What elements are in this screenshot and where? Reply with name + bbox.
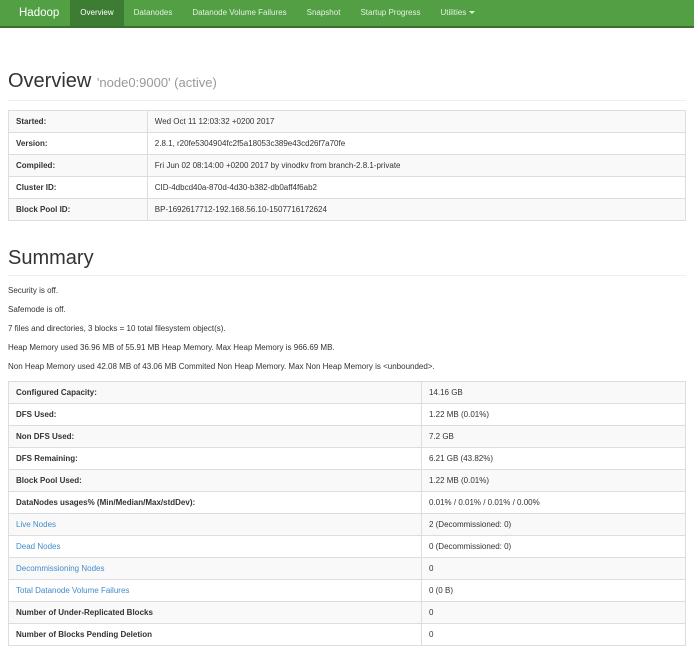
summary-header: Summary — [8, 245, 686, 276]
table-row-version: Version: 2.8.1, r20fe5304904fc2f5a18053c… — [9, 133, 686, 155]
heap-memory-status: Heap Memory used 36.96 MB of 55.91 MB He… — [8, 343, 686, 352]
row-value: 0 — [421, 624, 685, 646]
namenode-address-label: 'node0:9000' (active) — [97, 75, 217, 90]
row-label: DFS Used: — [9, 404, 422, 426]
table-row-block-pool-id: Block Pool ID: BP-1692617712-192.168.56.… — [9, 199, 686, 221]
overview-header: Overview 'node0:9000' (active) — [8, 68, 686, 101]
overview-table: Started: Wed Oct 11 12:03:32 +0200 2017 … — [8, 110, 686, 221]
tab-datanodes[interactable]: Datanodes — [124, 0, 183, 26]
tab-startup-progress[interactable]: Startup Progress — [350, 0, 430, 26]
row-label: Compiled: — [9, 155, 148, 177]
table-row-configured-capacity: Configured Capacity: 14.16 GB — [9, 382, 686, 404]
row-label: Number of Under-Replicated Blocks — [9, 602, 422, 624]
tab-utilities-label: Utilities — [440, 8, 466, 17]
table-row-started: Started: Wed Oct 11 12:03:32 +0200 2017 — [9, 111, 686, 133]
row-label: Non DFS Used: — [9, 426, 422, 448]
summary-title: Summary — [8, 245, 686, 271]
security-status: Security is off. — [8, 286, 686, 295]
table-row-decommissioning-nodes: Decommissioning Nodes 0 — [9, 558, 686, 580]
table-row-blocks-pending-deletion: Number of Blocks Pending Deletion 0 — [9, 624, 686, 646]
row-label: Number of Blocks Pending Deletion — [9, 624, 422, 646]
overview-title-text: Overview — [8, 70, 91, 92]
table-row-datanodes-usages: DataNodes usages% (Min/Median/Max/stdDev… — [9, 492, 686, 514]
table-row-non-dfs-used: Non DFS Used: 7.2 GB — [9, 426, 686, 448]
filesystem-objects-status: 7 files and directories, 3 blocks = 10 t… — [8, 324, 686, 333]
row-value: 0 — [421, 558, 685, 580]
table-row-live-nodes: Live Nodes 2 (Decommissioned: 0) — [9, 514, 686, 536]
row-label: Cluster ID: — [9, 177, 148, 199]
live-nodes-link[interactable]: Live Nodes — [16, 520, 56, 529]
dead-nodes-link[interactable]: Dead Nodes — [16, 542, 60, 551]
table-row-block-pool-used: Block Pool Used: 1.22 MB (0.01%) — [9, 470, 686, 492]
overview-title: Overview 'node0:9000' (active) — [8, 68, 686, 96]
safemode-status: Safemode is off. — [8, 305, 686, 314]
summary-status-text: Security is off. Safemode is off. 7 file… — [8, 286, 686, 371]
tab-utilities-dropdown[interactable]: Utilities — [430, 0, 485, 26]
table-row-cluster-id: Cluster ID: CID-4dbcd40a-870d-4d30-b382-… — [9, 177, 686, 199]
summary-table: Configured Capacity: 14.16 GB DFS Used: … — [8, 381, 686, 646]
top-navbar: Hadoop Overview Datanodes Datanode Volum… — [0, 0, 694, 28]
tab-datanode-volume-failures[interactable]: Datanode Volume Failures — [182, 0, 296, 26]
row-value: BP-1692617712-192.168.56.10-150771617262… — [147, 199, 685, 221]
table-row-under-replicated-blocks: Number of Under-Replicated Blocks 0 — [9, 602, 686, 624]
row-value: 14.16 GB — [421, 382, 685, 404]
page-content: Overview 'node0:9000' (active) Started: … — [0, 68, 694, 646]
non-heap-memory-status: Non Heap Memory used 42.08 MB of 43.06 M… — [8, 362, 686, 371]
row-label: Version: — [9, 133, 148, 155]
tab-snapshot[interactable]: Snapshot — [297, 0, 351, 26]
row-label: DataNodes usages% (Min/Median/Max/stdDev… — [9, 492, 422, 514]
tab-overview[interactable]: Overview — [70, 0, 123, 26]
row-value: 0 (Decommissioned: 0) — [421, 536, 685, 558]
row-value: 1.22 MB (0.01%) — [421, 470, 685, 492]
row-value: 2.8.1, r20fe5304904fc2f5a18053c389e43cd2… — [147, 133, 685, 155]
table-row-total-datanode-volume-failures: Total Datanode Volume Failures 0 (0 B) — [9, 580, 686, 602]
row-label: Started: — [9, 111, 148, 133]
row-value: 6.21 GB (43.82%) — [421, 448, 685, 470]
row-label: Block Pool ID: — [9, 199, 148, 221]
row-value: Fri Jun 02 08:14:00 +0200 2017 by vinodk… — [147, 155, 685, 177]
hadoop-brand: Hadoop — [8, 0, 70, 26]
table-row-compiled: Compiled: Fri Jun 02 08:14:00 +0200 2017… — [9, 155, 686, 177]
row-label: Block Pool Used: — [9, 470, 422, 492]
table-row-dead-nodes: Dead Nodes 0 (Decommissioned: 0) — [9, 536, 686, 558]
table-row-dfs-used: DFS Used: 1.22 MB (0.01%) — [9, 404, 686, 426]
row-value: 2 (Decommissioned: 0) — [421, 514, 685, 536]
row-value: CID-4dbcd40a-870d-4d30-b382-db0aff4f6ab2 — [147, 177, 685, 199]
row-value: 0 — [421, 602, 685, 624]
row-value: 7.2 GB — [421, 426, 685, 448]
row-label: DFS Remaining: — [9, 448, 422, 470]
decommissioning-nodes-link[interactable]: Decommissioning Nodes — [16, 564, 104, 573]
row-value: 0 (0 B) — [421, 580, 685, 602]
row-value: 0.01% / 0.01% / 0.01% / 0.00% — [421, 492, 685, 514]
row-value: 1.22 MB (0.01%) — [421, 404, 685, 426]
row-value: Wed Oct 11 12:03:32 +0200 2017 — [147, 111, 685, 133]
table-row-dfs-remaining: DFS Remaining: 6.21 GB (43.82%) — [9, 448, 686, 470]
row-label: Configured Capacity: — [9, 382, 422, 404]
caret-down-icon — [469, 11, 475, 14]
total-datanode-volume-failures-link[interactable]: Total Datanode Volume Failures — [16, 586, 129, 595]
